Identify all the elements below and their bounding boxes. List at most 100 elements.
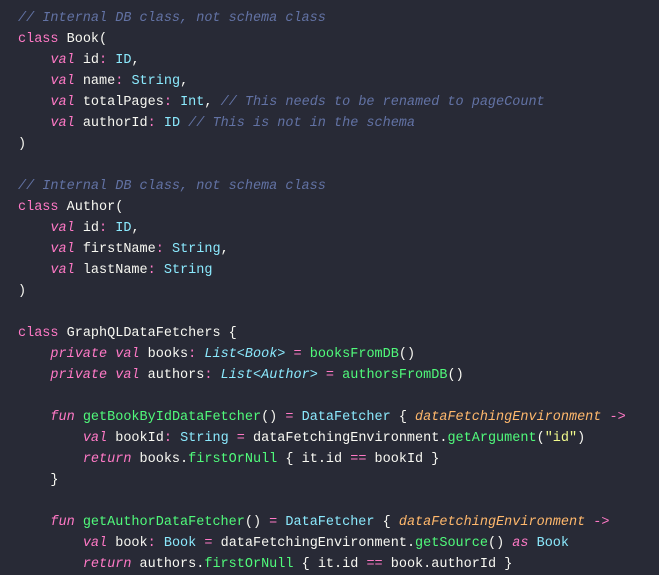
comment: // Internal DB class, not schema class [18,11,326,26]
kw-val: val [115,368,139,383]
fn: firstOrNull [204,557,293,572]
type: List<Author> [221,368,318,383]
fn: getAuthorDataFetcher [83,515,245,530]
paren: () [261,410,277,425]
type: Book [537,536,569,551]
var: book [115,536,147,551]
field: firstName [83,242,156,257]
field: authorId [83,116,148,131]
kw-val: val [50,116,74,131]
comment: // This is not in the schema [188,116,415,131]
code-line: val id: ID, [18,218,659,239]
class-name: Author [67,200,116,215]
fn: firstOrNull [188,452,277,467]
field: name [83,74,115,89]
string: "id" [545,431,577,446]
type: ID [115,221,131,236]
brace: } [50,473,58,488]
colon: : [188,347,196,362]
kw-fun: fun [50,410,74,425]
colon: : [148,116,156,131]
code-line: } [18,470,659,491]
type: String [131,74,180,89]
param: dataFetchingEnvironment [415,410,601,425]
brace: { [229,326,237,341]
class-name: GraphQLDataFetchers [67,326,221,341]
type: String [164,263,213,278]
code-line: private val authors: List<Author> = auth… [18,365,659,386]
ref: dataFetchingEnvironment [221,536,407,551]
code-line: // Internal DB class, not schema class [18,8,659,29]
fn: booksFromDB [310,347,399,362]
code-line: val lastName: String [18,260,659,281]
field: id [83,53,99,68]
comma: , [204,95,212,110]
blank-line [18,491,659,512]
code-line: private val books: List<Book> = booksFro… [18,344,659,365]
colon: : [99,221,107,236]
param: dataFetchingEnvironment [399,515,585,530]
comma: , [180,74,188,89]
ref: authors [140,557,197,572]
type: ID [164,116,180,131]
eqeq: == [366,557,382,572]
brace: { [285,452,293,467]
comma: , [131,221,139,236]
code-line: val book: Book = dataFetchingEnvironment… [18,533,659,554]
field: totalPages [83,95,164,110]
ref: book [391,557,423,572]
eq: = [269,515,277,530]
ref: dataFetchingEnvironment [253,431,439,446]
fn: getBookByIdDataFetcher [83,410,261,425]
dot-authorId: .authorId [423,557,496,572]
kw-val: val [50,263,74,278]
class-name: Book [67,32,99,47]
kw-return: return [83,557,132,572]
kw-val: val [50,53,74,68]
type: DataFetcher [302,410,391,425]
colon: : [156,242,164,257]
type: Book [164,536,196,551]
code-line: val bookId: String = dataFetchingEnviron… [18,428,659,449]
colon: : [204,368,212,383]
ref: bookId [375,452,424,467]
eqeq: == [350,452,366,467]
kw-val: val [50,221,74,236]
ref: books [140,452,181,467]
kw-val: val [83,431,107,446]
brace: } [431,452,439,467]
type: DataFetcher [285,515,374,530]
kw-val: val [50,95,74,110]
comma: , [221,242,229,257]
kw-class: class [18,326,59,341]
paren: () [399,347,415,362]
paren: ( [115,200,123,215]
code-line: val totalPages: Int, // This needs to be… [18,92,659,113]
arrow: -> [610,410,626,425]
blank-line [18,386,659,407]
kw-class: class [18,200,59,215]
colon: : [164,95,172,110]
kw-return: return [83,452,132,467]
kw-as: as [512,536,528,551]
paren: ( [99,32,107,47]
code-line: val id: ID, [18,50,659,71]
colon: : [148,536,156,551]
comma: , [131,53,139,68]
dot: . [407,536,415,551]
kw-class: class [18,32,59,47]
kw-fun: fun [50,515,74,530]
kw-private: private [50,368,107,383]
kw-val: val [50,74,74,89]
colon: : [115,74,123,89]
paren: ( [537,431,545,446]
type: List<Book> [204,347,285,362]
field: lastName [83,263,148,278]
eq: = [326,368,334,383]
eq: = [237,431,245,446]
code-line: val authorId: ID // This is not in the s… [18,113,659,134]
code-line: val name: String, [18,71,659,92]
type: String [172,242,221,257]
brace: } [504,557,512,572]
paren: ) [577,431,585,446]
